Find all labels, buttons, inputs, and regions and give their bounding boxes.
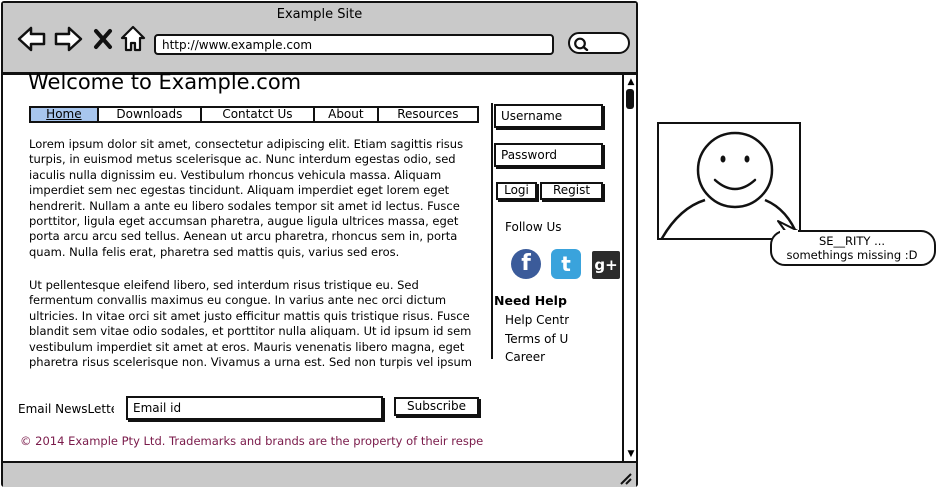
browser-statusbar [3,461,636,487]
username-field[interactable]: Username [494,104,603,128]
twitter-glyph: t [561,252,571,276]
browser-titlebar: Example Site http://www.example.com [3,3,636,75]
body-paragraph: Ut pellentesque eleifend libero, sed int… [29,278,481,371]
search-icon [574,37,589,51]
password-field[interactable]: Password [494,143,603,167]
google-plus-glyph: g+ [594,256,618,274]
google-plus-icon[interactable]: g+ [592,251,620,279]
tab-about[interactable]: About [315,108,379,121]
body-paragraph: Lorem ipsum dolor sit amet, consectetur … [29,137,481,264]
forward-arrow-icon[interactable] [53,26,83,52]
close-x-icon[interactable] [93,28,113,50]
need-help-heading: Need Help [494,293,567,308]
help-link-terms[interactable]: Terms of Us [505,332,569,346]
newsletter-label: Email NewsLette [18,402,114,416]
paragraph-text: Lorem ipsum dolor sit amet, consectetur … [29,137,464,259]
facebook-glyph: f [521,251,531,276]
sidebar-divider [491,103,493,359]
bubble-line-1: SE__RITY ... [818,234,886,248]
facebook-icon[interactable]: f [511,249,541,279]
paragraph-text: Ut pellentesque eleifend libero, sed int… [29,278,472,370]
resize-grip-icon[interactable] [618,471,632,485]
bubble-line-2: somethings missing :D [786,248,918,262]
email-field[interactable]: Email id [126,396,383,420]
address-bar[interactable]: http://www.example.com [154,34,554,55]
help-link-career[interactable]: Career [505,350,569,364]
browser-window: Example Site http://www.example.com Welc… [1,1,638,487]
home-icon[interactable] [120,25,146,53]
speech-bubble-text: SE__RITY ... somethings missing :D [772,234,932,262]
vertical-scrollbar[interactable]: ▲ ▼ [622,75,636,461]
tab-contact-us[interactable]: Contatct Us [202,108,315,121]
follow-us-label: Follow Us [505,220,562,234]
tab-resources[interactable]: Resources [379,108,477,121]
scroll-up-arrow-icon[interactable]: ▲ [626,77,636,87]
tab-home[interactable]: Home [31,108,99,121]
scroll-thumb[interactable] [626,89,634,109]
browser-search-box[interactable] [568,32,630,54]
window-title: Example Site [276,7,363,22]
subscribe-button[interactable]: Subscribe [394,397,479,416]
register-button[interactable]: Regist [540,182,603,200]
tab-downloads[interactable]: Downloads [99,108,202,121]
footer-copyright: © 2014 Example Pty Ltd. Trademarks and b… [20,434,484,448]
nav-tabs: Home Downloads Contatct Us About Resourc… [29,106,479,123]
back-arrow-icon[interactable] [17,26,47,52]
login-button[interactable]: Logi [496,182,537,200]
twitter-icon[interactable]: t [551,249,581,279]
help-link-help-centre[interactable]: Help Centr [505,313,569,327]
page-title: Welcome to Example.com [28,70,302,94]
scroll-down-arrow-icon[interactable]: ▼ [626,449,636,459]
